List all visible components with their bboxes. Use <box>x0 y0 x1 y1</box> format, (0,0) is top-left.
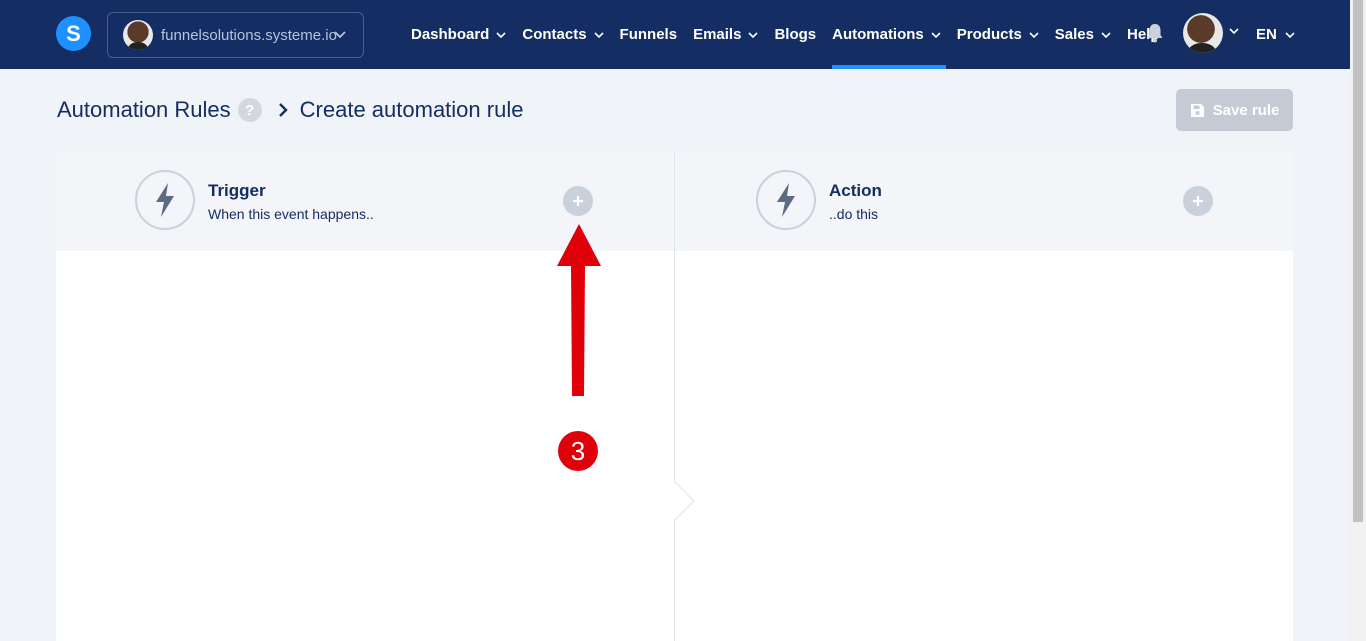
page-title: Create automation rule <box>299 97 524 122</box>
chevron-down-icon <box>1029 31 1039 38</box>
save-rule-button[interactable]: Save rule <box>1176 89 1293 131</box>
breadcrumb-root[interactable]: Automation Rules <box>57 97 231 123</box>
plus-icon <box>573 196 583 206</box>
step-number-badge: 3 <box>558 431 598 471</box>
nav-dashboard[interactable]: Dashboard <box>411 0 506 69</box>
user-avatar[interactable] <box>1183 13 1223 53</box>
nav-label: Blogs <box>774 26 817 43</box>
lightning-icon <box>135 170 195 230</box>
add-action-button[interactable] <box>1183 186 1213 216</box>
divider-notch <box>674 481 694 521</box>
nav-funnels[interactable]: Funnels <box>620 0 678 69</box>
annotation-arrow-icon <box>557 224 601 396</box>
page-scrollbar[interactable] <box>1350 0 1366 641</box>
trigger-subtitle: When this event happens.. <box>208 206 374 222</box>
nav-automations[interactable]: Automations <box>832 0 946 69</box>
lightning-cycle-icon <box>756 170 816 230</box>
site-switcher[interactable]: funnelsolutions.systeme.io <box>107 12 364 58</box>
site-name: funnelsolutions.systeme.io <box>161 26 337 44</box>
language-label: EN <box>1256 26 1277 43</box>
main-nav: Dashboard Contacts Funnels Emails Blogs … <box>411 0 1176 69</box>
nav-label: Sales <box>1054 26 1094 43</box>
chevron-right-icon <box>278 102 288 118</box>
nav-label: Contacts <box>522 26 587 43</box>
chevron-down-icon <box>931 31 941 38</box>
top-navigation-bar: S funnelsolutions.systeme.io Dashboard C… <box>0 0 1350 69</box>
nav-sales[interactable]: Sales <box>1055 0 1111 69</box>
help-icon[interactable]: ? <box>237 98 262 122</box>
save-rule-label: Save rule <box>1212 101 1280 119</box>
plus-icon <box>1193 196 1203 206</box>
add-trigger-button[interactable] <box>563 186 593 216</box>
save-icon <box>1190 103 1204 117</box>
column-divider <box>674 151 675 641</box>
bell-icon[interactable] <box>1146 23 1164 43</box>
trigger-title: Trigger <box>208 181 266 200</box>
chevron-down-icon[interactable] <box>1229 27 1239 35</box>
nav-label: Products <box>956 26 1022 43</box>
chevron-down-icon <box>593 31 604 38</box>
chevron-down-icon <box>1285 31 1295 38</box>
nav-blogs[interactable]: Blogs <box>774 0 816 69</box>
action-subtitle: ..do this <box>829 206 879 222</box>
nav-label: Funnels <box>619 26 678 43</box>
chevron-down-icon <box>1101 31 1111 38</box>
nav-label: Dashboard <box>411 26 490 43</box>
action-title: Action <box>829 181 882 200</box>
chevron-down-icon <box>748 31 759 38</box>
chevron-down-icon <box>496 31 506 38</box>
nav-label: Automations <box>832 26 924 43</box>
nav-label: Emails <box>693 26 742 43</box>
nav-contacts[interactable]: Contacts <box>522 0 604 69</box>
nav-products[interactable]: Products <box>957 0 1039 69</box>
scrollbar-thumb[interactable] <box>1353 0 1363 522</box>
nav-emails[interactable]: Emails <box>693 0 759 69</box>
breadcrumb: Automation Rules ? Create automation rul… <box>57 97 523 123</box>
language-selector[interactable]: EN <box>1256 0 1295 69</box>
systeme-logo[interactable]: S <box>56 16 91 51</box>
chevron-down-icon <box>334 31 346 39</box>
site-avatar <box>123 20 153 50</box>
automation-builder: Trigger When this event happens.. Action… <box>56 151 1293 641</box>
